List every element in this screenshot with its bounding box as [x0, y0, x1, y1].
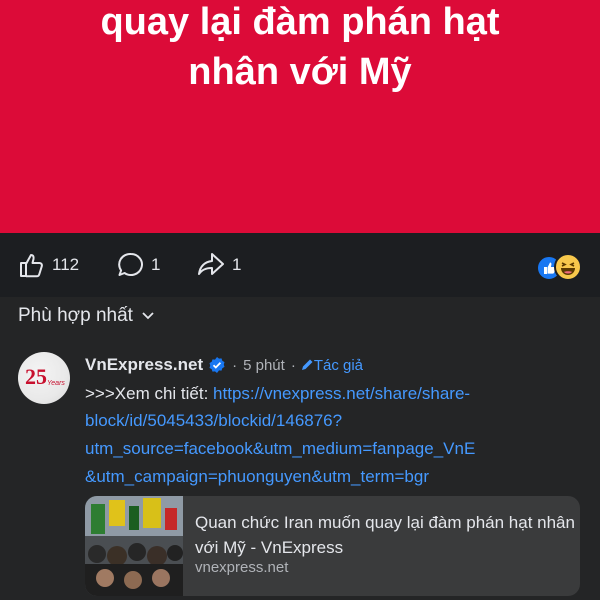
share-arrow-icon: [198, 253, 224, 275]
thumbs-up-icon: [20, 254, 43, 278]
comment-count: 1: [151, 255, 161, 274]
banner-text-line-2: nhân với Mỹ: [188, 51, 412, 93]
author-badge-label: Tác giả: [313, 356, 364, 374]
comment-sort-dropdown[interactable]: Phù hợp nhất: [18, 302, 155, 330]
link-preview-card[interactable]: Quan chức Iran muốn quay lại đàm phán hạ…: [85, 496, 580, 596]
avatar[interactable]: 25 Years: [18, 352, 70, 404]
verified-badge-icon: [209, 357, 225, 373]
pencil-icon: [301, 359, 313, 370]
author-badge: Tác giả: [300, 357, 363, 374]
meta-separator: ·: [290, 356, 296, 374]
comment-link[interactable]: &utm_campaign=phuonguyen&utm_term=bgr: [85, 467, 429, 486]
comment-text-line: block/id/5045433/blockid/146876?: [85, 409, 585, 433]
like-button[interactable]: 112: [18, 251, 79, 279]
comment-prefix: >>>Xem chi tiết:: [85, 384, 214, 403]
comment-link[interactable]: utm_source=facebook&utm_medium=fanpage_V…: [85, 439, 475, 458]
share-count: 1: [232, 255, 242, 274]
share-button[interactable]: 1: [196, 251, 241, 279]
link-preview-title: Quan chức Iran muốn quay lại đàm phán hạ…: [195, 513, 575, 557]
comment-header: VnExpress.net · 5 phút · Tác giả: [85, 353, 363, 377]
avatar-logo-sub: Years: [47, 380, 65, 387]
comment-text-line: >>>Xem chi tiết: https://vnexpress.net/s…: [85, 382, 585, 406]
author-name[interactable]: VnExpress.net: [85, 355, 203, 375]
meta-separator: ·: [232, 356, 238, 374]
comment-text-line: &utm_campaign=phuonguyen&utm_term=bgr: [85, 465, 585, 489]
comment-timestamp[interactable]: 5 phút: [243, 357, 285, 374]
comment-link[interactable]: https://vnexpress.net/share/share-: [213, 384, 470, 403]
comment-text-line: utm_source=facebook&utm_medium=fanpage_V…: [85, 437, 585, 461]
haha-reaction-icon: [554, 253, 582, 281]
article-thumbnail: [85, 496, 183, 596]
reaction-bar: 112 1 1: [0, 233, 600, 297]
comment-button[interactable]: 1: [117, 251, 160, 279]
banner-text-line-1: quay lại đàm phán hạt: [100, 1, 500, 43]
comment-bubble-icon: [118, 252, 143, 276]
sort-label: Phù hợp nhất: [18, 305, 133, 326]
reaction-summary[interactable]: [536, 253, 586, 281]
comment-link[interactable]: block/id/5045433/blockid/146876?: [85, 411, 342, 430]
avatar-logo-number: 25: [25, 364, 47, 389]
link-preview-domain: vnexpress.net: [195, 559, 289, 576]
chevron-down-icon: [142, 312, 154, 320]
like-count: 112: [52, 255, 80, 274]
post-image-banner[interactable]: quay lại đàm phán hạt nhân với Mỹ: [0, 0, 600, 233]
